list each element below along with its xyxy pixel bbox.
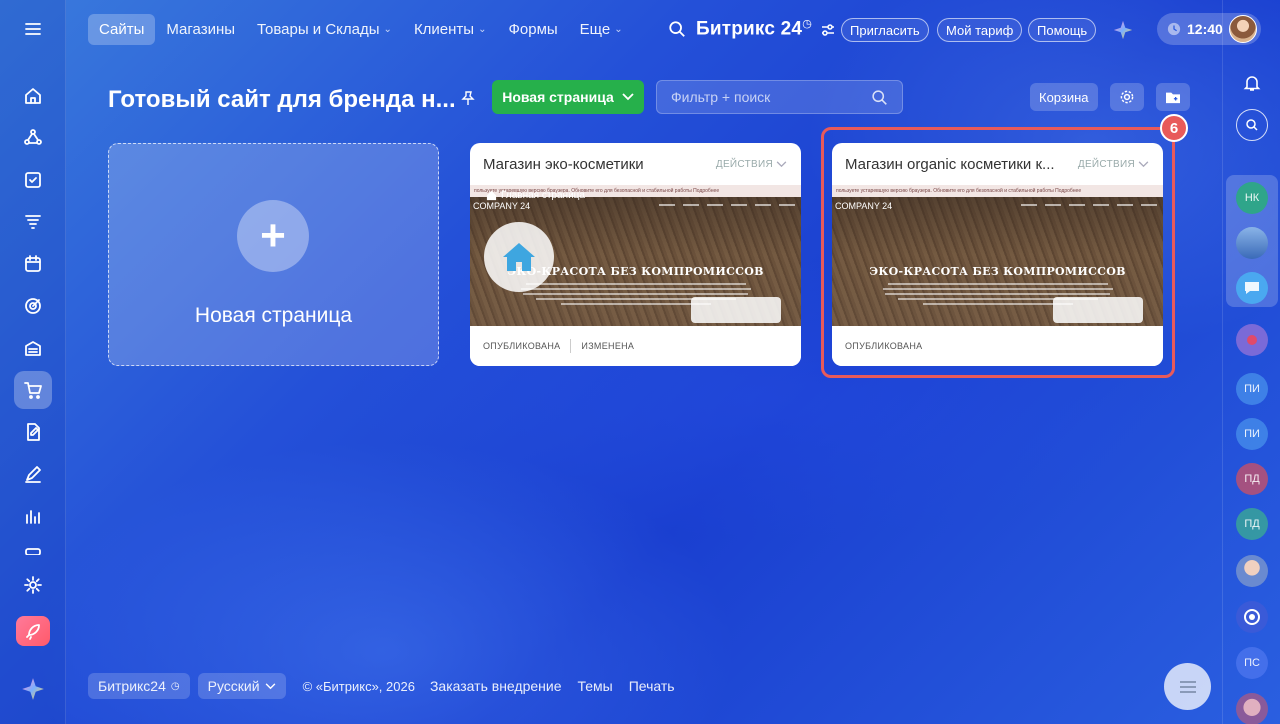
- home-icon[interactable]: [14, 77, 52, 115]
- sign-icon[interactable]: [14, 455, 52, 493]
- clock-mark-icon: ◷: [802, 18, 812, 30]
- home-icon: [503, 243, 535, 271]
- settings-gear-icon[interactable]: [14, 566, 52, 604]
- card-actions-button[interactable]: Действия: [716, 159, 787, 170]
- home-page-marker[interactable]: [484, 222, 554, 292]
- annotation-badge: 6: [1160, 114, 1188, 142]
- calendar-icon[interactable]: [14, 245, 52, 283]
- document-edit-icon[interactable]: [14, 413, 52, 451]
- gear-icon: [1120, 90, 1134, 104]
- tasks-icon[interactable]: [14, 161, 52, 199]
- list-icon: [1179, 680, 1196, 693]
- language-select[interactable]: Русский: [197, 673, 286, 699]
- chat-avatar-photo[interactable]: [1236, 555, 1268, 587]
- right-rail: НК ПИ ПИ ПД ПД ПС: [1222, 0, 1280, 724]
- nav-sites[interactable]: Сайты: [88, 13, 156, 45]
- status-changed: ИЗМЕНЕНА: [581, 341, 635, 351]
- print-link[interactable]: Печать: [629, 678, 675, 694]
- new-page-button[interactable]: Новая страница: [492, 80, 644, 114]
- chat-avatar[interactable]: ПД: [1236, 463, 1268, 495]
- copyright: © «Битрикс», 2026: [302, 678, 415, 694]
- themes-link[interactable]: Темы: [577, 678, 612, 694]
- pin-icon[interactable]: [460, 90, 476, 106]
- order-implementation-link[interactable]: Заказать внедрение: [430, 678, 562, 694]
- funnel-icon[interactable]: [14, 203, 52, 241]
- nav-more[interactable]: Еще ⌄: [569, 14, 634, 45]
- notifications-bell-icon[interactable]: [1236, 67, 1268, 99]
- chat-avatar[interactable]: ПД: [1236, 508, 1268, 540]
- chat-avatar[interactable]: ПИ: [1236, 373, 1268, 405]
- chevron-down-icon: [622, 93, 634, 101]
- home-breadcrumb: Главная страница: [486, 190, 585, 201]
- shop-cart-icon[interactable]: [14, 371, 52, 409]
- preview-widget: [691, 297, 781, 323]
- chat-bubble-icon[interactable]: [1236, 272, 1268, 304]
- status-published: ОПУБЛИКОВАНА: [483, 341, 561, 351]
- preview-menu: [659, 204, 795, 206]
- divider: [570, 339, 572, 353]
- brand-logo[interactable]: Битрикс 24◷: [696, 17, 812, 40]
- sliders-icon[interactable]: [820, 22, 836, 38]
- search-icon[interactable]: [871, 89, 888, 106]
- brand-area: Битрикс 24◷: [668, 17, 812, 40]
- chat-avatar-logo[interactable]: [1236, 601, 1268, 633]
- footer-brand-button[interactable]: Битрикс24 ◷: [88, 673, 190, 699]
- clock-time: 12:40: [1187, 21, 1223, 37]
- nav-forms[interactable]: Формы: [497, 14, 568, 45]
- filter-search: [656, 80, 903, 114]
- target-icon[interactable]: [14, 287, 52, 325]
- trash-button[interactable]: Корзина: [1030, 83, 1098, 111]
- help-button[interactable]: Помощь: [1028, 18, 1097, 42]
- top-navigation: Сайты Магазины Товары и Склады ⌄ Клиенты ⌄…: [88, 13, 634, 45]
- crm-icon[interactable]: [14, 119, 52, 157]
- clock-icon: [1167, 22, 1181, 36]
- new-page-card[interactable]: + Новая страница: [108, 143, 439, 366]
- chat-avatar[interactable]: ПИ: [1236, 418, 1268, 450]
- card-header: Магазин эко-косметики Действия: [470, 143, 801, 185]
- folder-add-button[interactable]: [1156, 83, 1190, 111]
- chat-avatar[interactable]: НК: [1236, 182, 1268, 214]
- settings-button[interactable]: [1110, 83, 1144, 111]
- my-tariff-button[interactable]: Мой тариф: [937, 18, 1023, 42]
- analytics-icon[interactable]: [14, 497, 52, 535]
- page-title: Готовый сайт для бренда н...: [108, 86, 456, 113]
- preview-company: COMPANY 24: [473, 201, 531, 211]
- chat-avatar[interactable]: ПС: [1236, 647, 1268, 679]
- home-icon: [486, 190, 497, 201]
- card-footer: ОПУБЛИКОВАНА ИЗМЕНЕНА: [470, 326, 801, 366]
- invite-button[interactable]: Пригласить: [841, 18, 929, 42]
- card-title[interactable]: Магазин эко-косметики: [483, 156, 644, 173]
- hamburger-menu-icon[interactable]: [14, 10, 52, 48]
- chat-avatar-photo[interactable]: [1236, 227, 1268, 259]
- search-icon[interactable]: [668, 20, 686, 38]
- plus-icon: +: [237, 200, 309, 272]
- nav-shops[interactable]: Магазины: [155, 14, 246, 45]
- nav-clients[interactable]: Клиенты ⌄: [403, 14, 498, 45]
- nav-goods-warehouses[interactable]: Товары и Склады ⌄: [246, 14, 403, 45]
- footer: Битрикс24 ◷ Русский © «Битрикс», 2026 Зак…: [88, 673, 675, 699]
- clock-mark-icon: ◷: [170, 680, 180, 692]
- chat-search-icon[interactable]: [1236, 109, 1268, 141]
- chevron-down-icon: [776, 160, 787, 167]
- more-icon[interactable]: [14, 539, 52, 555]
- chevron-down-icon: ⌄: [614, 23, 623, 35]
- rocket-icon[interactable]: [16, 616, 50, 646]
- copilot-star-icon[interactable]: [14, 670, 52, 708]
- copilot-sparkle-icon[interactable]: [1112, 19, 1134, 41]
- search-input[interactable]: [671, 89, 851, 105]
- menu-fab-button[interactable]: [1164, 663, 1211, 710]
- left-sidebar: [0, 0, 66, 724]
- warehouse-icon[interactable]: [14, 329, 52, 367]
- folder-icon: [1166, 92, 1180, 104]
- chevron-down-icon: [265, 682, 275, 689]
- annotation-highlight: [821, 127, 1175, 378]
- chevron-down-icon: ⌄: [383, 23, 392, 35]
- chat-avatar-status[interactable]: [1236, 324, 1268, 356]
- chevron-down-icon: ⌄: [478, 23, 487, 35]
- chat-avatar-photo[interactable]: [1236, 693, 1268, 724]
- new-page-card-label: Новая страница: [194, 304, 353, 327]
